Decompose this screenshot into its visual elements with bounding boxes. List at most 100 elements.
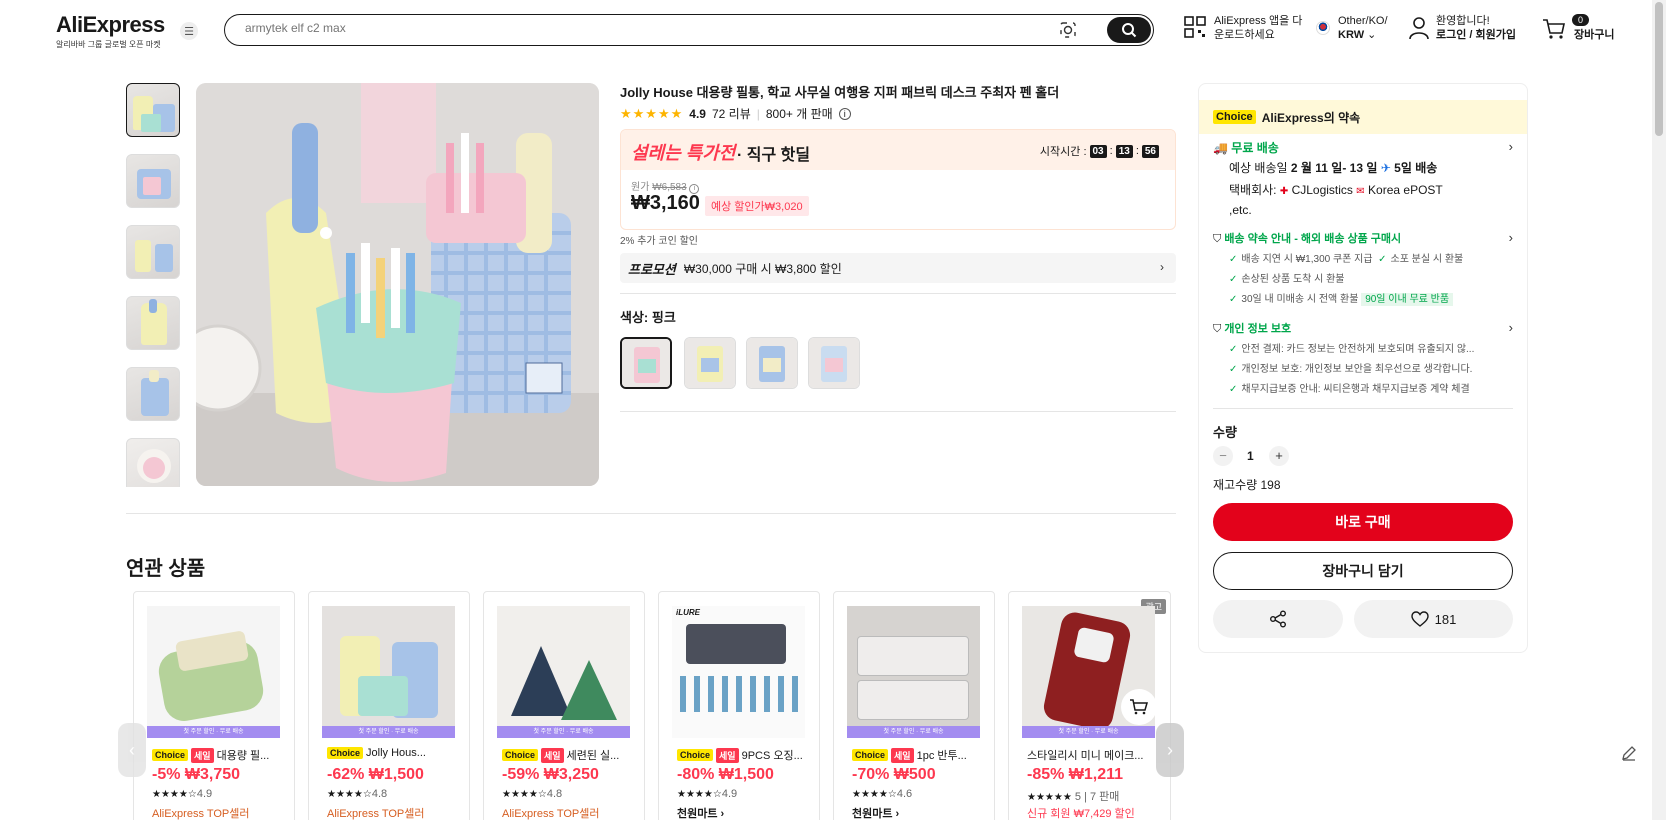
app-download-line1: AliExpress 앱을 다: [1214, 15, 1303, 27]
color-swatch-light-blue[interactable]: [808, 337, 860, 389]
carousel-prev-button[interactable]: ‹: [118, 723, 146, 777]
delivery-estimate: 예상 배송일 2 월 11 일- 13 일 ✈ 5일 배송: [1229, 159, 1437, 176]
privacy-text: 개인정보 보호: 개인정보 보안을 최우선으로 생각합니다.: [1241, 364, 1473, 375]
color-swatch-pink[interactable]: [620, 337, 672, 389]
related-card[interactable]: 첫 주문 할인 · 무료 배송 Choice Jolly Hous... -62%…: [308, 591, 470, 820]
region-selector[interactable]: Other/KO/ KRW ⌄: [1316, 14, 1388, 42]
privacy-text: 채무지급보증 안내: 씨티은행과 채무지급보증 계약 체결: [1241, 384, 1470, 395]
related-card[interactable]: 첫 주문 할인 · 무료 배송 Choice 세일 세련된 실... -59% ₩3…: [483, 591, 645, 820]
related-store[interactable]: AliExpress TOP셀러: [502, 805, 599, 820]
carrier-label: 택배회사:: [1229, 183, 1277, 197]
quantity-increase-button[interactable]: +: [1269, 446, 1289, 466]
related-price: -62% ₩1,500: [327, 766, 424, 783]
thumbnail-list: [126, 83, 182, 487]
sold-count: 800+ 개 판매: [765, 107, 833, 121]
thumbnail-1[interactable]: [126, 83, 180, 137]
cart-label: 장바구니: [1574, 29, 1615, 41]
korea-post-icon: ✉: [1356, 186, 1365, 197]
divider: [620, 411, 1176, 412]
search-icon: [1122, 23, 1137, 38]
scrollbar-thumb[interactable]: [1655, 2, 1663, 136]
deal-subtitle: · 직구 핫딜: [737, 147, 811, 164]
buy-now-button[interactable]: 바로 구매: [1213, 503, 1513, 541]
rating-value: 4.9: [689, 106, 706, 121]
aliexpress-logo[interactable]: AliExpress 알리바바 그룹 글로벌 오픈 마켓: [56, 12, 165, 50]
deal-timer: 시작시간 : 03: 13: 56: [1040, 143, 1159, 159]
thumbnail-2[interactable]: [126, 154, 180, 208]
carousel-next-button[interactable]: ›: [1156, 723, 1184, 777]
share-button[interactable]: [1213, 600, 1343, 638]
login-signup-link[interactable]: 로그인 / 회원가입: [1436, 29, 1516, 41]
chevron-left-icon: ‹: [129, 739, 135, 760]
review-count[interactable]: 72 리뷰: [712, 105, 751, 122]
rating-stars: ★★★★☆: [677, 789, 722, 800]
privacy-title: 개인 정보 보호: [1224, 323, 1292, 335]
related-price: -85% ₩1,211: [1027, 766, 1124, 783]
related-store[interactable]: AliExpress TOP셀러: [327, 805, 424, 820]
add-to-cart-icon[interactable]: [1121, 689, 1157, 725]
promise-header: Choice AliExpress의 약속: [1199, 100, 1527, 134]
menu-icon[interactable]: ☰: [180, 22, 198, 40]
search-button[interactable]: [1107, 17, 1151, 43]
app-download[interactable]: AliExpress 앱을 다 운로드하세요: [1184, 14, 1302, 42]
edit-icon[interactable]: [1620, 744, 1638, 762]
related-name: 스타일리시 미니 메이크...: [1027, 750, 1144, 762]
chevron-down-icon: ⌄: [1367, 29, 1377, 41]
camera-search-icon[interactable]: [1059, 21, 1077, 39]
guarantee-section[interactable]: ⛉ 배송 약속 안내 - 해외 배송 상품 구매시 ›: [1213, 230, 1513, 246]
related-store[interactable]: 천원마트 ›: [852, 805, 899, 820]
sale-tag: 세일: [191, 747, 214, 763]
account-menu[interactable]: 환영합니다! 로그인 / 회원가입: [1408, 14, 1516, 42]
color-label: 색상: 핑크: [620, 310, 676, 325]
related-store[interactable]: 신규 회원 ₩7,429 할인: [1027, 805, 1135, 820]
promo-strip: 첫 주문 할인 · 무료 배송: [1022, 726, 1155, 738]
thumbnail-6[interactable]: [126, 438, 180, 487]
guarantee-text: 30일 내 미배송 시 전액 환불: [1241, 294, 1359, 305]
deal-brand: 설레는 특가전: [631, 143, 736, 163]
thumbnail-3[interactable]: [126, 225, 180, 279]
related-store[interactable]: 천원마트 ›: [677, 805, 724, 820]
related-name: Choice 세일 대용량 필...: [152, 747, 282, 763]
rating-value: 4.6: [896, 788, 913, 800]
related-card[interactable]: iLURE Choice 세일 9PCS 오징... -80% ₩1,500 ★★★…: [658, 591, 820, 820]
related-card[interactable]: 첫 주문 할인 · 무료 배송 Choice 세일 1pc 반투... -70% ₩…: [833, 591, 995, 820]
rating-stars: ★★★★★: [620, 105, 684, 121]
privacy-text: 안전 결제: 카드 정보는 안전하게 보호되며 유출되지 않...: [1241, 344, 1475, 355]
related-price: -5% ₩3,750: [152, 766, 241, 783]
timer-label: 시작시간 :: [1039, 146, 1087, 158]
divider: [1213, 408, 1513, 409]
related-card[interactable]: 광고 첫 주문 할인 · 무료 배송 스타일리시 미니 메이크... -85% …: [1008, 591, 1171, 820]
brand-logo: iLURE: [676, 608, 700, 617]
currency-label: KRW: [1338, 29, 1365, 41]
promo-strip: 첫 주문 할인 · 무료 배송: [322, 726, 455, 738]
rating-value: 4.9: [196, 788, 213, 800]
privacy-section[interactable]: ⛉ 개인 정보 보호 ›: [1213, 320, 1513, 336]
promotion-bar[interactable]: 프로모션 ₩30,000 구매 시 ₩3,800 할인 ›: [620, 253, 1176, 283]
wishlist-button[interactable]: 181: [1354, 600, 1513, 638]
rating-stars: ★★★★★: [1027, 792, 1072, 803]
info-icon[interactable]: i: [838, 107, 851, 120]
promotion-label: 프로모션: [628, 261, 676, 277]
thumbnail-5[interactable]: [126, 367, 180, 421]
app-download-line2: 운로드하세요: [1214, 29, 1275, 41]
color-swatch-yellow[interactable]: [684, 337, 736, 389]
related-products-title: 연관 상품: [126, 558, 206, 580]
shipping-section[interactable]: 🚚 무료 배송 ›: [1213, 139, 1513, 156]
quantity-decrease-button[interactable]: −: [1213, 446, 1233, 466]
add-to-cart-button[interactable]: 장바구니 담기: [1213, 552, 1513, 590]
cart-link[interactable]: 장바구니: [1542, 18, 1614, 44]
guarantee-item: ✓ 30일 내 미배송 시 전액 환불 90일 이내 무료 반품: [1229, 290, 1454, 306]
rating-stars: ★★★★☆: [852, 789, 897, 800]
page-scrollbar[interactable]: [1652, 0, 1666, 820]
thumbnail-4[interactable]: [126, 296, 180, 350]
related-card[interactable]: 첫 주문 할인 · 무료 배송 Choice 세일 대용량 필... -5% ₩3,…: [133, 591, 295, 820]
color-swatch-blue[interactable]: [746, 337, 798, 389]
carrier-info: 택배회사: ✚ CJLogistics ✉ Korea ePOST ,etc.: [1229, 181, 1449, 219]
quantity-value[interactable]: 1: [1247, 449, 1254, 463]
related-name-text: Jolly Hous...: [366, 747, 426, 759]
search-input[interactable]: [245, 21, 945, 35]
related-store[interactable]: AliExpress TOP셀러: [152, 805, 249, 820]
main-product-image[interactable]: [196, 83, 599, 486]
korea-flag-icon: [1316, 21, 1330, 35]
guarantee-title: 배송 약속 안내 - 해외 배송 상품 구매시: [1224, 233, 1402, 245]
